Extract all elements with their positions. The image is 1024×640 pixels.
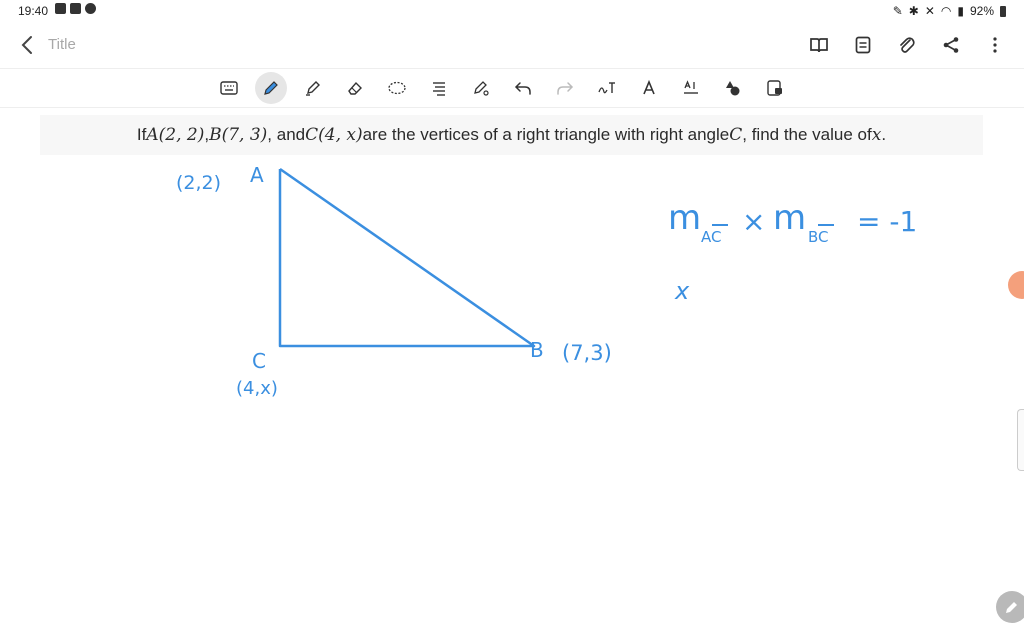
- lasso-icon: [388, 81, 406, 95]
- title-field[interactable]: Title: [48, 36, 76, 53]
- pencil-icon: [1006, 602, 1017, 613]
- wifi-icon: ◠: [940, 4, 952, 18]
- more-options-button[interactable]: [982, 32, 1008, 58]
- book-icon: [810, 38, 828, 53]
- text-style-icon: [643, 79, 655, 95]
- status-time: 19:40: [18, 4, 49, 18]
- label-b-coordinates: (7,3): [562, 341, 612, 365]
- highlighter-tool[interactable]: [297, 72, 329, 104]
- highlighter-icon: [306, 81, 320, 96]
- attach-button[interactable]: [894, 32, 920, 58]
- eraser-icon: [348, 81, 362, 95]
- status-system-icons: ✎ ✱ ✕ ◠ ▮ 92%: [893, 4, 1006, 18]
- tool-list: [213, 72, 791, 104]
- floating-pen-button[interactable]: [996, 591, 1024, 623]
- eq-slope-m1: m: [668, 198, 701, 238]
- status-bar: 19:40 ✎ ✱ ✕ ◠ ▮ 92%: [0, 0, 1024, 22]
- label-c-coordinates: (4,x): [236, 378, 278, 399]
- eq-subscript-ac: AC: [701, 228, 721, 246]
- reading-mode-button[interactable]: [806, 32, 832, 58]
- bluetooth-icon: ✱: [908, 4, 919, 18]
- keyboard-tool[interactable]: [213, 72, 245, 104]
- top-actions: [806, 32, 1008, 58]
- more-vertical-icon: [993, 37, 997, 53]
- image-lock-icon: [767, 80, 782, 96]
- handwriting-to-text-tool[interactable]: [591, 72, 623, 104]
- battery-icon: [1000, 5, 1006, 17]
- shape-pen-tool[interactable]: [465, 72, 497, 104]
- text-style-tool[interactable]: [633, 72, 665, 104]
- back-button[interactable]: [14, 32, 40, 58]
- drawing-toolbar: [0, 68, 1024, 108]
- shape-pen-icon: [474, 81, 489, 96]
- text-box-tool[interactable]: [675, 72, 707, 104]
- keyboard-icon: [220, 81, 238, 95]
- handwriting-layer: (2,2) A B (7,3) C (4,x) m AC × m BC = -1…: [176, 163, 917, 399]
- undo-icon: [514, 82, 531, 95]
- title-bar: Title: [0, 22, 1024, 68]
- eq-times-sign: ×: [742, 205, 765, 238]
- eraser-tool[interactable]: [339, 72, 371, 104]
- gallery-icon: [55, 3, 66, 14]
- triangle-drawing: [278, 167, 536, 348]
- shapes-icon: [726, 81, 740, 96]
- paperclip-icon: [900, 37, 915, 53]
- text-align-tool[interactable]: [423, 72, 455, 104]
- label-c: C: [252, 349, 266, 373]
- mute-icon: ✕: [924, 4, 935, 18]
- battery-text: 92%: [969, 4, 994, 18]
- pen-status-icon: ✎: [892, 4, 903, 18]
- eq-slope-m2: m: [773, 198, 806, 238]
- document-list-icon: [855, 36, 871, 54]
- label-a-coordinates: (2,2): [176, 172, 221, 194]
- page-list-button[interactable]: [850, 32, 876, 58]
- text-box-icon: [684, 80, 698, 94]
- lasso-tool[interactable]: [381, 72, 413, 104]
- eq-line2-x: x: [674, 277, 690, 305]
- shapes-tool[interactable]: [717, 72, 749, 104]
- text-align-icon: [433, 82, 445, 96]
- status-notification-icons: [55, 3, 96, 14]
- label-a: A: [250, 163, 264, 187]
- redo-icon: [557, 82, 574, 95]
- pen-icon: [264, 81, 278, 95]
- handwriting-to-text-icon: [598, 82, 615, 94]
- undo-button[interactable]: [507, 72, 539, 104]
- signal-icon: ▮: [957, 4, 964, 18]
- eq-right-side: = -1: [857, 205, 917, 238]
- page-scroll-handle[interactable]: [1017, 409, 1024, 471]
- eq-subscript-bc: BC: [808, 228, 829, 246]
- redo-button[interactable]: [549, 72, 581, 104]
- chevron-left-icon: [21, 36, 32, 54]
- image-lock-tool[interactable]: [759, 72, 791, 104]
- video-icon: [70, 3, 81, 14]
- share-icon: [943, 37, 959, 53]
- note-canvas[interactable]: If A(2, 2), B(7, 3), and C(4, x) are the…: [0, 107, 1024, 640]
- alert-icon: [85, 3, 96, 14]
- share-button[interactable]: [938, 32, 964, 58]
- pen-tool[interactable]: [255, 72, 287, 104]
- label-b: B: [530, 338, 544, 362]
